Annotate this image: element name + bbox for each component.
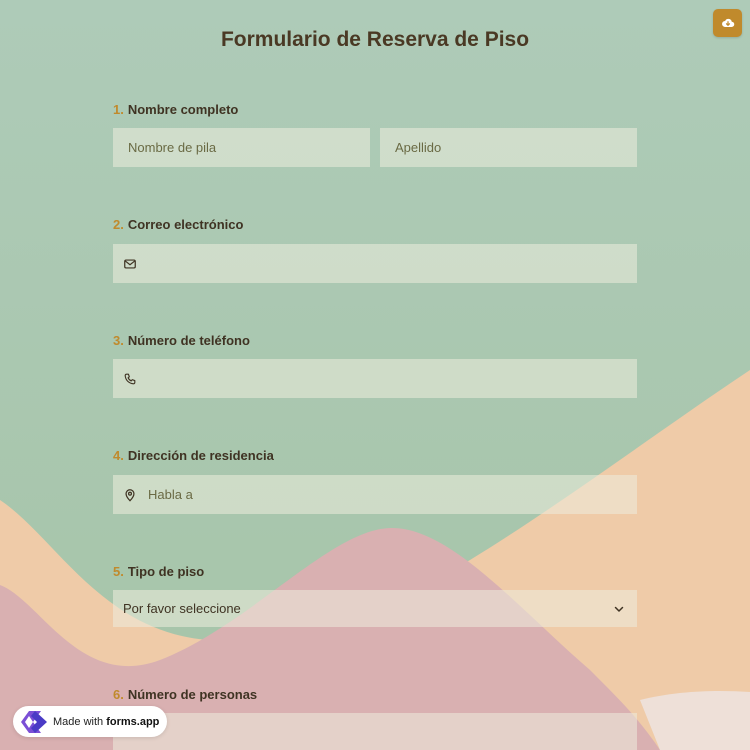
question-label-flat-type: 5. Tipo de piso xyxy=(113,564,204,579)
email-field[interactable] xyxy=(113,244,637,283)
question-number: 1. xyxy=(113,102,124,117)
first-name-placeholder: Nombre de pila xyxy=(128,140,217,155)
flat-type-selected-value: Por favor seleccione xyxy=(123,601,241,616)
flat-type-select[interactable]: Por favor seleccione xyxy=(113,590,637,627)
badge-text: Made with forms.app xyxy=(53,716,159,728)
question-label-full-name: 1. Nombre completo xyxy=(113,102,238,117)
made-with-badge[interactable]: Made with forms.app xyxy=(13,706,167,737)
last-name-input[interactable]: Apellido xyxy=(380,128,637,167)
mail-icon xyxy=(123,257,137,271)
form-title: Formulario de Reserva de Piso xyxy=(220,28,530,51)
form-page: Formulario de Reserva de Piso 1. Nombre c… xyxy=(0,0,750,750)
question-number: 2. xyxy=(113,217,124,232)
badge-prefix: Made with xyxy=(53,715,104,728)
phone-field[interactable] xyxy=(113,359,637,398)
question-number: 3. xyxy=(113,333,124,348)
question-number: 6. xyxy=(113,687,124,702)
address-placeholder: Habla a xyxy=(148,487,193,502)
question-text: Tipo de piso xyxy=(127,564,205,579)
phone-icon xyxy=(123,372,137,386)
question-label-address: 4. Dirección de residencia xyxy=(113,448,274,463)
question-text: Nombre completo xyxy=(127,102,239,117)
question-label-email: 2. Correo electrónico xyxy=(113,217,243,232)
question-number: 4. xyxy=(113,448,124,463)
people-count-input[interactable] xyxy=(113,713,637,750)
question-text: Número de personas xyxy=(127,687,258,702)
first-name-input[interactable]: Nombre de pila xyxy=(113,128,370,167)
location-pin-icon xyxy=(123,488,137,502)
question-text: Dirección de residencia xyxy=(127,448,274,463)
question-label-phone: 3. Número de teléfono xyxy=(113,333,250,348)
address-field[interactable]: Habla a xyxy=(113,475,637,514)
chevron-down-icon xyxy=(614,606,624,612)
question-number: 5. xyxy=(113,564,124,579)
last-name-placeholder: Apellido xyxy=(395,140,442,155)
forms-app-logo xyxy=(21,710,47,733)
question-text: Número de teléfono xyxy=(127,333,250,348)
question-label-people-count: 6. Número de personas xyxy=(113,687,257,702)
question-text: Correo electrónico xyxy=(127,217,244,232)
badge-brand: forms.app xyxy=(106,715,160,728)
